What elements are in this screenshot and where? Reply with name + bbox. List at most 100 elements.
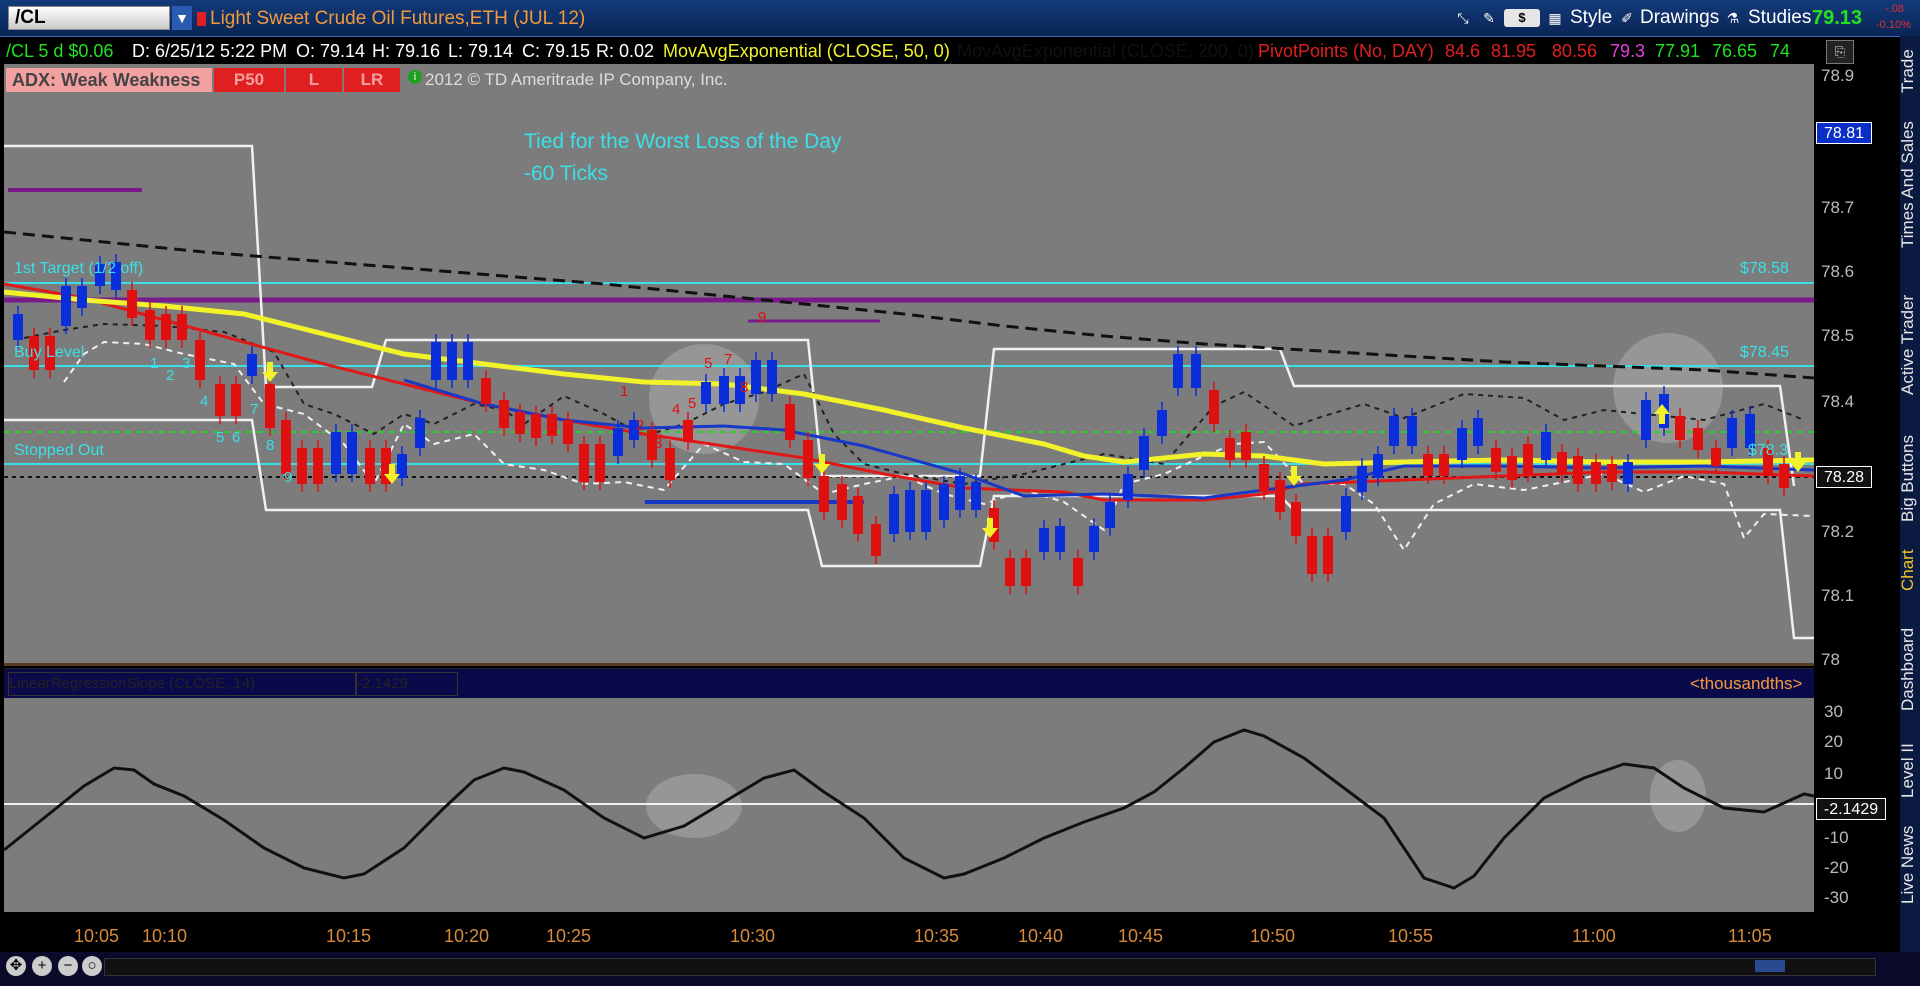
drawings-icon[interactable]: ✐ [1616,8,1638,28]
candle-down[interactable] [1323,536,1333,574]
zoom-out-icon[interactable]: − [58,956,78,976]
studies-icon[interactable]: ⚗ [1722,8,1744,28]
link-icon[interactable]: ⤡ [1452,8,1474,28]
candle-down[interactable] [297,448,307,484]
candle-down[interactable] [195,340,205,380]
candle-up[interactable] [415,418,425,448]
candle-down[interactable] [1073,558,1083,586]
candle-down[interactable] [853,496,863,534]
study-name[interactable]: LinearRegressionSlope (CLOSE, 14) [8,672,356,696]
candle-down[interactable] [531,414,541,438]
style-icon[interactable]: ▦ [1544,8,1566,28]
candle-down[interactable] [1307,536,1317,574]
horizontal-scrollbar[interactable] [104,958,1876,976]
candle-up[interactable] [1357,466,1367,492]
candle-up[interactable] [1541,432,1551,460]
candle-up[interactable] [1373,454,1383,478]
candle-down[interactable] [837,484,847,520]
candle-down[interactable] [665,448,675,480]
side-tab-level-ii[interactable]: Level II [1898,736,1920,806]
side-tab-live-news[interactable]: Live News [1898,820,1920,910]
candle-down[interactable] [215,384,225,416]
study-ema50[interactable]: MovAvgExponential (CLOSE, 50, 0) [663,38,950,64]
candle-up[interactable] [1139,436,1149,470]
candle-up[interactable] [431,342,441,380]
candle-down[interactable] [1591,462,1601,484]
candle-up[interactable] [921,490,931,532]
candle-up[interactable] [1623,462,1633,484]
candle-up[interactable] [1341,496,1351,532]
price-chart[interactable]: 123456789123455789 [4,64,1814,664]
candle-down[interactable] [515,412,525,434]
candle-up[interactable] [347,432,357,474]
candle-up[interactable] [1641,400,1651,440]
candle-up[interactable] [1473,418,1483,446]
side-tab-times-and-sales[interactable]: Times And Sales [1898,100,1920,270]
candles[interactable] [13,254,1789,594]
candle-up[interactable] [1055,526,1065,552]
candle-up[interactable] [1123,474,1133,500]
pivot-label[interactable]: PivotPoints (No, DAY) [1258,38,1434,64]
candle-down[interactable] [683,420,693,442]
symbol-dropdown-icon[interactable]: ▼ [172,6,192,30]
candle-up[interactable] [971,482,981,510]
candle-down[interactable] [1275,480,1285,512]
candle-down[interactable] [1005,558,1015,586]
candle-down[interactable] [563,420,573,444]
candlestick-chart[interactable]: 12345 67891234 55 789 [4,64,1814,664]
candle-up[interactable] [463,342,473,380]
candle-down[interactable] [1439,454,1449,476]
candle-down[interactable] [579,444,589,482]
candle-down[interactable] [265,384,275,428]
candle-up[interactable] [1191,354,1201,388]
candle-down[interactable] [1711,448,1721,466]
candle-up[interactable] [905,490,915,532]
symbol-input[interactable]: /CL [8,6,170,30]
info-icon[interactable]: i [408,70,422,84]
candle-down[interactable] [1779,464,1789,488]
candle-down[interactable] [819,476,829,512]
candle-up[interactable] [1457,428,1467,460]
study-ema200[interactable]: MovAvgExponential (CLOSE, 200, 0) [957,38,1257,64]
candle-up[interactable] [1727,418,1737,448]
zoom-in-icon[interactable]: + [32,956,52,976]
candle-down[interactable] [281,420,291,474]
candle-down[interactable] [803,440,813,478]
chart-divider[interactable] [4,663,1814,666]
candle-down[interactable] [145,310,155,340]
candle-down[interactable] [161,314,171,340]
candle-up[interactable] [1173,354,1183,388]
side-tab-dashboard[interactable]: Dashboard [1898,614,1920,724]
candle-down[interactable] [1557,452,1567,474]
candle-up[interactable] [1389,416,1399,446]
studies-button[interactable]: Studies [1748,7,1811,29]
candle-down[interactable] [127,290,137,318]
drawings-button[interactable]: Drawings [1640,7,1719,29]
candle-down[interactable] [177,314,187,340]
candle-up[interactable] [1105,502,1115,528]
candle-up[interactable] [1089,526,1099,552]
side-tab-trade[interactable]: Trade [1898,46,1920,96]
candle-up[interactable] [1407,416,1417,446]
time-axis[interactable] [4,912,1814,952]
candle-up[interactable] [719,376,729,404]
candle-down[interactable] [499,400,509,428]
candle-up[interactable] [1157,410,1167,436]
candle-down[interactable] [1423,454,1433,476]
candle-up[interactable] [613,428,623,456]
candle-down[interactable] [1241,432,1251,460]
scrollbar-thumb[interactable] [1755,960,1785,972]
study-plot[interactable] [4,698,1814,912]
side-tab-big-buttons[interactable]: Big Buttons [1898,424,1920,534]
candle-up[interactable] [955,476,965,510]
candle-up[interactable] [889,494,899,534]
fit-icon[interactable]: ○ [82,956,102,976]
candle-down[interactable] [595,444,605,482]
candle-down[interactable] [1021,558,1031,586]
candle-down[interactable] [1675,416,1685,440]
candle-up[interactable] [939,484,949,520]
candle-up[interactable] [331,432,341,474]
candle-down[interactable] [231,384,241,416]
candle-down[interactable] [1607,464,1617,482]
crosshair-icon[interactable]: ✥ [6,956,26,976]
